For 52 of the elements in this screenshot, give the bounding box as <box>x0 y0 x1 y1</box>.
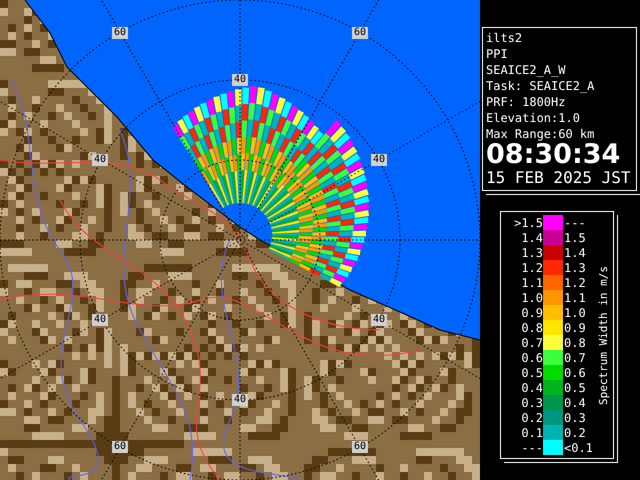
legend-label: 0.7 <box>520 336 543 350</box>
legend-label: 0.6 <box>563 366 587 380</box>
info-text: ilts2 <box>486 30 524 46</box>
legend-label: <0.1 <box>563 440 594 454</box>
range-label: 40 <box>92 314 108 326</box>
range-label: 40 <box>232 394 248 406</box>
legend-label: 1.1 <box>563 290 587 304</box>
legend-label: 1.3 <box>520 246 543 260</box>
legend-label: >1.5 <box>513 216 543 230</box>
range-label: 40 <box>92 154 108 166</box>
legend-label: 1.4 <box>520 230 543 244</box>
legend-label: 0.4 <box>563 396 587 410</box>
legend-label: 0.3 <box>520 396 543 410</box>
legend-label: 1.3 <box>563 260 587 274</box>
legend-label: 0.7 <box>563 350 587 364</box>
legend-label: 0.1 <box>520 426 543 440</box>
range-label: 60 <box>352 27 368 39</box>
info-text: Elevation:1.0 <box>486 110 581 126</box>
legend-label: 0.8 <box>520 320 543 334</box>
legend-title: Spectrum Width in m/s <box>598 265 610 405</box>
info-text: SEAICE2_A_W <box>486 62 566 78</box>
legend-label: 0.5 <box>563 380 587 394</box>
range-label: 40 <box>370 314 388 326</box>
legend-label: 1.2 <box>520 260 543 274</box>
legend-label: 0.3 <box>563 410 587 424</box>
legend-label: 0.9 <box>520 306 543 320</box>
info-text: Max Range:60 km <box>486 126 596 142</box>
legend-label: --- <box>520 440 543 454</box>
legend-label: 1.0 <box>563 306 587 320</box>
legend-label: 0.4 <box>520 380 543 394</box>
legend-label: 1.2 <box>563 276 587 290</box>
legend-label: 1.5 <box>563 230 587 244</box>
range-label: 60 <box>352 441 368 453</box>
legend-label: 1.0 <box>520 290 543 304</box>
range-label: 60 <box>112 441 128 453</box>
time-text: 08:30:34 <box>486 142 622 168</box>
info-text: PRF: 1800Hz <box>486 94 566 110</box>
legend-label: 0.5 <box>520 366 543 380</box>
legend-label: 1.4 <box>563 246 587 260</box>
legend-label: --- <box>563 216 587 230</box>
date-text: 15 FEB 2025 JST <box>486 168 632 188</box>
info-text: PPI <box>486 46 509 62</box>
range-label: 40 <box>370 154 388 166</box>
range-label: 60 <box>112 27 128 39</box>
legend-label: 0.9 <box>563 320 587 334</box>
legend-label: 0.6 <box>520 350 543 364</box>
legend-label: 0.8 <box>563 336 587 350</box>
info-text: Task: SEAICE2_A <box>486 78 596 94</box>
legend-label: 0.2 <box>520 410 543 424</box>
legend-label: 0.2 <box>563 426 587 440</box>
range-label: 40 <box>232 74 248 86</box>
legend-label: 1.1 <box>520 276 543 290</box>
